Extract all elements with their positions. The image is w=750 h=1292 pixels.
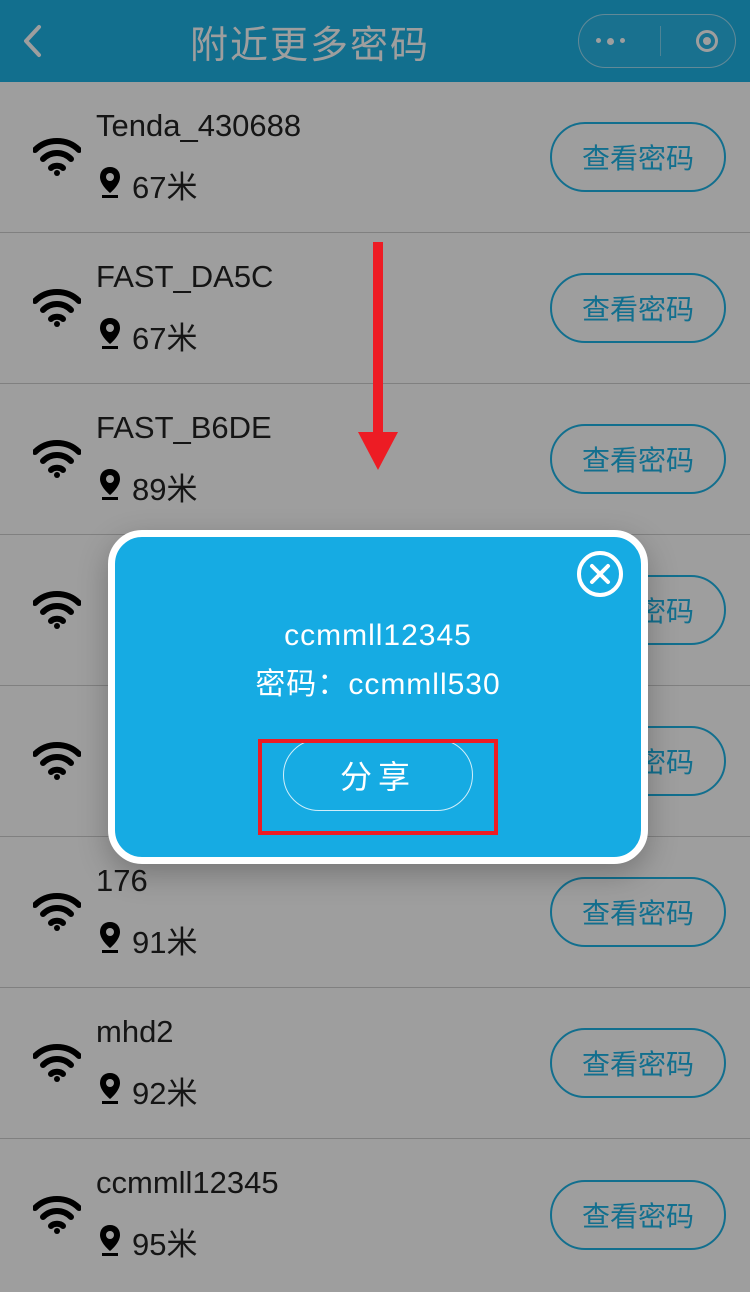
modal-ssid: ccmmll12345 (284, 619, 472, 653)
password-modal: ccmmll12345 密码：ccmmll530 分享 (108, 530, 648, 864)
modal-password-label: 密码： (255, 668, 348, 701)
modal-password-value: ccmmll530 (348, 668, 500, 701)
close-icon (589, 563, 611, 585)
modal-password-line: 密码：ccmmll530 (255, 659, 500, 703)
modal-close-button[interactable] (577, 551, 623, 597)
share-button[interactable]: 分享 (283, 739, 473, 811)
